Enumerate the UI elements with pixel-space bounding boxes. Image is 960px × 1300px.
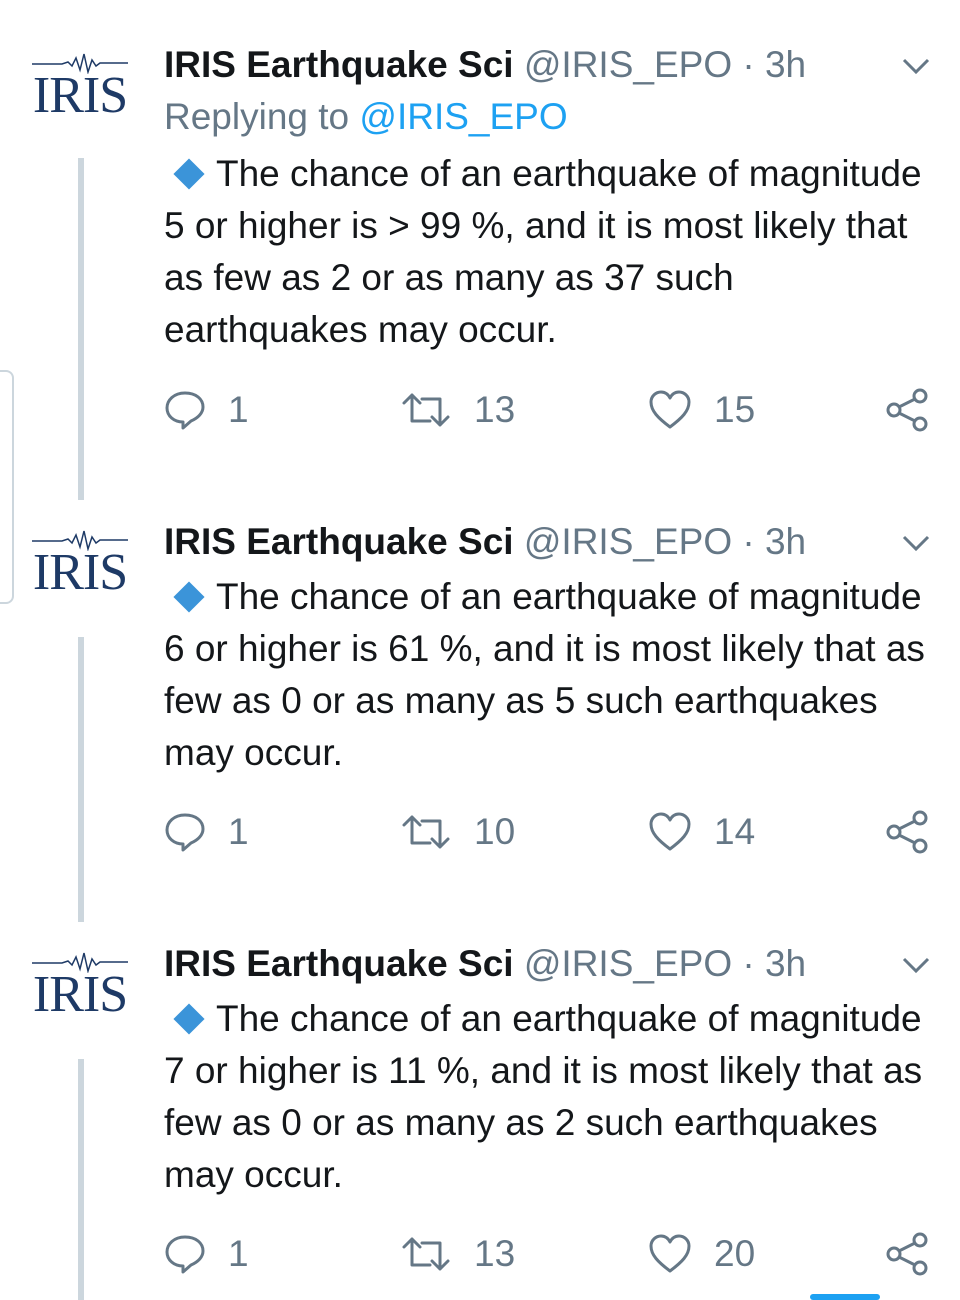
heart-icon	[649, 812, 691, 851]
retweet-icon	[402, 1237, 450, 1271]
chevron-down-icon[interactable]	[898, 52, 934, 80]
action-bar: 1 13 15	[164, 385, 944, 435]
avatar-logo-text: IRIS	[32, 544, 128, 601]
share-button[interactable]	[886, 1229, 930, 1279]
tweet-header: IRIS Earthquake Sci @IRIS_EPO · 3h	[164, 939, 806, 989]
reply-count: 1	[228, 389, 249, 430]
reply-icon	[165, 1235, 205, 1274]
heart-icon	[649, 390, 691, 429]
replying-to-label: Replying to	[164, 96, 360, 137]
tweet-text: The chance of an earthquake of magnitude…	[164, 148, 934, 356]
share-icon	[886, 1232, 928, 1276]
timestamp[interactable]: 3h	[765, 943, 806, 984]
tweet-1[interactable]: IRIS IRIS Earthquake Sci @IRIS_EPO · 3h …	[0, 40, 960, 510]
retweet-count: 13	[474, 389, 516, 430]
tweet-body: The chance of an earthquake of magnitude…	[164, 576, 925, 773]
like-count: 14	[714, 811, 756, 852]
scroll-indicator	[810, 1294, 880, 1300]
like-button[interactable]: 20	[648, 1229, 755, 1279]
avatar[interactable]: IRIS	[28, 945, 132, 1025]
retweet-count: 10	[474, 811, 516, 852]
reply-button[interactable]: 1	[164, 385, 249, 435]
separator-dot: ·	[742, 521, 755, 562]
tweet-3[interactable]: IRIS IRIS Earthquake Sci @IRIS_EPO · 3h …	[0, 939, 960, 1300]
author-name[interactable]: IRIS Earthquake Sci	[164, 521, 514, 562]
reply-icon	[165, 391, 205, 430]
like-button[interactable]: 14	[648, 807, 755, 857]
thread-line	[78, 158, 84, 500]
like-count: 20	[714, 1233, 756, 1274]
retweet-button[interactable]: 13	[400, 385, 515, 435]
share-button[interactable]	[886, 385, 930, 435]
reply-count: 1	[228, 811, 249, 852]
replying-to: Replying to @IRIS_EPO	[164, 92, 568, 142]
share-button[interactable]	[886, 807, 930, 857]
separator-dot: ·	[742, 44, 755, 85]
reply-button[interactable]: 1	[164, 807, 249, 857]
tweet-2[interactable]: IRIS IRIS Earthquake Sci @IRIS_EPO · 3h …	[0, 517, 960, 937]
avatar-logo-text: IRIS	[32, 67, 128, 124]
author-handle[interactable]: @IRIS_EPO	[524, 44, 732, 85]
timestamp[interactable]: 3h	[765, 521, 806, 562]
like-count: 15	[714, 389, 756, 430]
action-bar: 1 13 20	[164, 1229, 944, 1279]
author-name[interactable]: IRIS Earthquake Sci	[164, 44, 514, 85]
reply-icon	[165, 813, 205, 852]
retweet-icon	[402, 393, 450, 427]
like-button[interactable]: 15	[648, 385, 755, 435]
blue-diamond-icon	[173, 158, 205, 190]
tweet-header: IRIS Earthquake Sci @IRIS_EPO · 3h	[164, 40, 806, 90]
share-icon	[886, 810, 928, 854]
blue-diamond-icon	[173, 1003, 205, 1035]
tweet-header: IRIS Earthquake Sci @IRIS_EPO · 3h	[164, 517, 806, 567]
reply-button[interactable]: 1	[164, 1229, 249, 1279]
tweet-text: The chance of an earthquake of magnitude…	[164, 993, 934, 1201]
tweet-body: The chance of an earthquake of magnitude…	[164, 998, 923, 1195]
separator-dot: ·	[742, 943, 755, 984]
retweet-button[interactable]: 13	[400, 1229, 515, 1279]
share-icon	[886, 388, 928, 432]
author-handle[interactable]: @IRIS_EPO	[524, 943, 732, 984]
tweet-body: The chance of an earthquake of magnitude…	[164, 153, 922, 350]
chevron-down-icon[interactable]	[898, 529, 934, 557]
heart-icon	[649, 1234, 691, 1273]
blue-diamond-icon	[173, 581, 205, 613]
action-bar: 1 10 14	[164, 807, 944, 857]
author-handle[interactable]: @IRIS_EPO	[524, 521, 732, 562]
avatar[interactable]: IRIS	[28, 46, 132, 126]
retweet-icon	[402, 815, 450, 849]
avatar-logo-text: IRIS	[32, 966, 128, 1023]
tweet-text: The chance of an earthquake of magnitude…	[164, 571, 934, 779]
retweet-count: 13	[474, 1233, 516, 1274]
retweet-button[interactable]: 10	[400, 807, 515, 857]
avatar[interactable]: IRIS	[28, 523, 132, 603]
timestamp[interactable]: 3h	[765, 44, 806, 85]
thread-line	[78, 1059, 84, 1300]
author-name[interactable]: IRIS Earthquake Sci	[164, 943, 514, 984]
replying-to-mention[interactable]: @IRIS_EPO	[359, 96, 567, 137]
chevron-down-icon[interactable]	[898, 951, 934, 979]
reply-count: 1	[228, 1233, 249, 1274]
thread-line	[78, 637, 84, 922]
